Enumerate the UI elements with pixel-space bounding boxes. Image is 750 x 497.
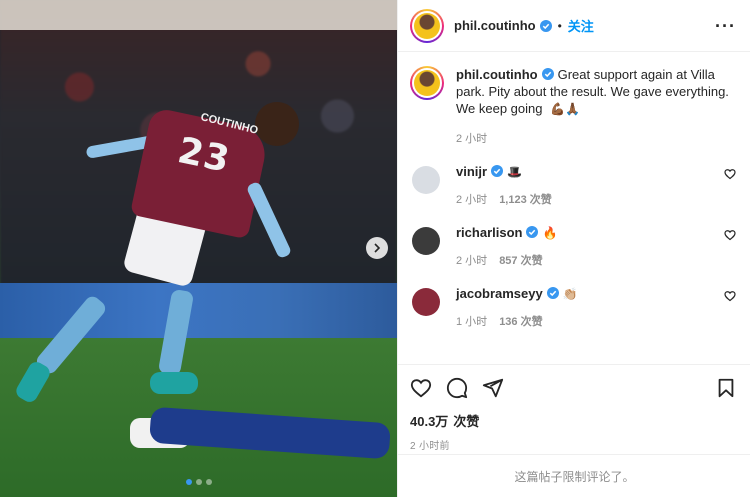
comment-icon[interactable]: [446, 377, 468, 399]
comment-text: 👏🏼: [562, 287, 578, 301]
comment-likes[interactable]: 857 次赞: [499, 255, 542, 267]
avatar[interactable]: [410, 8, 444, 43]
comment-row: vinijr 🎩 2 小时 1,123 次赞: [410, 164, 736, 207]
avatar[interactable]: [412, 166, 440, 194]
more-options-icon[interactable]: ···: [715, 17, 736, 35]
comment-username[interactable]: jacobramseyy: [456, 286, 543, 301]
comments-restricted-notice: 这篇帖子限制评论了。: [398, 454, 750, 497]
caption-timestamp: 2 小时: [456, 133, 488, 145]
separator-dot: •: [557, 18, 562, 33]
comment-heart-icon[interactable]: [724, 229, 736, 241]
heart-icon[interactable]: [410, 377, 432, 399]
comment-timestamp: 2 小时: [456, 194, 488, 206]
stadium-banner: [0, 0, 397, 30]
comment-timestamp: 2 小时: [456, 255, 488, 267]
comment-row: jacobramseyy 👏🏼 1 小时 136 次赞: [410, 286, 736, 329]
action-bar: 40.3万 次赞 2 小时前: [398, 364, 750, 452]
caption: phil.coutinho Great support again at Vill…: [410, 66, 736, 146]
carousel-dot: [195, 479, 202, 485]
chevron-right-icon: [374, 243, 381, 253]
profile-photo: [414, 70, 440, 96]
verified-badge-icon: [546, 287, 559, 299]
likes-number: 40.3万: [410, 414, 449, 429]
post-timestamp[interactable]: 2 小时前: [410, 437, 737, 452]
post-side-panel: phil.coutinho • 关注 ··· phil.coutinho Grea…: [397, 0, 750, 497]
player-boot: [150, 372, 198, 394]
verified-badge-icon: [539, 19, 552, 32]
caption-emojis: 💪🏾🙏🏾: [550, 102, 581, 116]
comment-likes[interactable]: 1,123 次赞: [499, 194, 552, 206]
player-head: [255, 102, 299, 146]
bookmark-icon[interactable]: [715, 377, 737, 399]
comment-text: 🔥: [542, 226, 558, 240]
carousel-next-button[interactable]: [366, 237, 388, 259]
avatar[interactable]: [410, 66, 444, 100]
verified-badge-icon: [541, 68, 554, 80]
comment-username[interactable]: richarlison: [456, 225, 522, 240]
carousel-indicator: [0, 479, 397, 485]
paper-plane-icon[interactable]: [482, 377, 504, 399]
comment-heart-icon[interactable]: [724, 290, 736, 302]
comments-list[interactable]: phil.coutinho Great support again at Vill…: [398, 52, 750, 364]
avatar[interactable]: [412, 227, 440, 255]
header-username[interactable]: phil.coutinho: [454, 18, 536, 33]
carousel-dot: [205, 479, 212, 485]
comment-heart-icon[interactable]: [724, 168, 736, 180]
follow-button[interactable]: 关注: [568, 16, 594, 35]
profile-photo: [414, 12, 440, 39]
comment-text: 🎩: [507, 165, 523, 179]
verified-badge-icon: [526, 226, 539, 238]
comment-likes[interactable]: 136 次赞: [499, 316, 542, 328]
comment-timestamp: 1 小时: [456, 316, 488, 328]
caption-username[interactable]: phil.coutinho: [456, 67, 538, 82]
likes-label: 次赞: [453, 414, 480, 429]
verified-badge-icon: [491, 165, 504, 177]
likes-count[interactable]: 40.3万 次赞: [410, 411, 737, 430]
post-image[interactable]: COUTINHO 23: [0, 0, 397, 497]
post-header: phil.coutinho • 关注 ···: [398, 0, 750, 52]
carousel-dot: [185, 479, 192, 485]
comment-username[interactable]: vinijr: [456, 164, 487, 179]
avatar[interactable]: [412, 288, 440, 316]
comment-row: richarlison 🔥 2 小时 857 次赞: [410, 225, 736, 268]
